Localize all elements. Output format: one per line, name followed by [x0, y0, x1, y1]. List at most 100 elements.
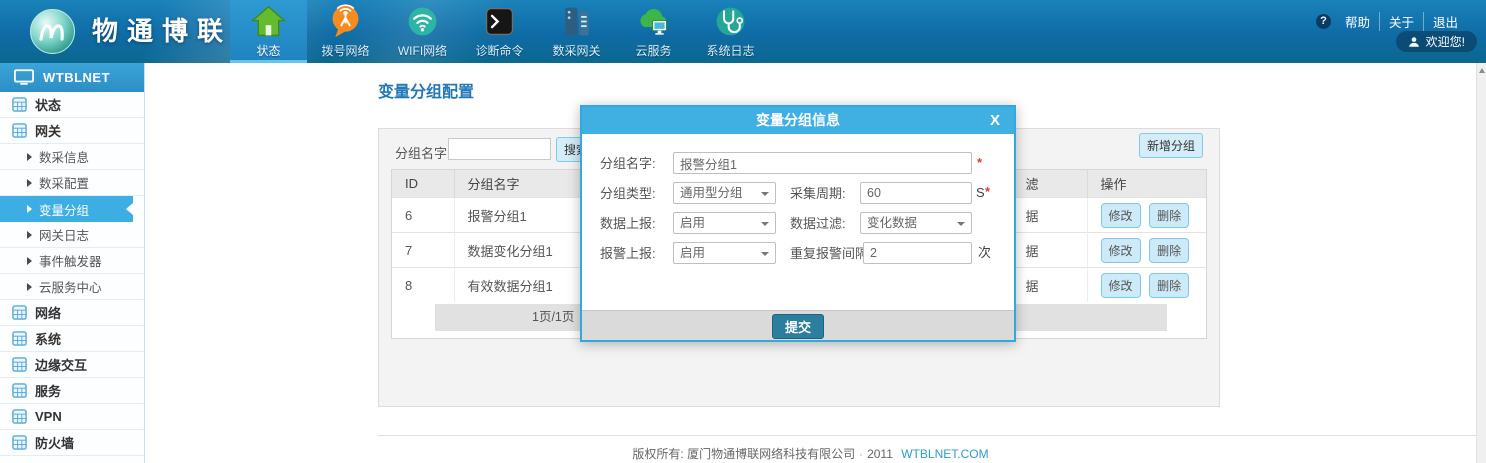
- alarm-report-label: 报警上报:: [600, 242, 656, 266]
- sidebar-item-label: VPN: [35, 409, 62, 424]
- application-window: 物通博联 状态 拨号网络: [0, 0, 1486, 463]
- search-label: 分组名字:: [395, 143, 451, 162]
- grid-icon: [12, 435, 27, 450]
- cell-id: 7: [392, 233, 454, 268]
- sidebar-item-label: 数采信息: [39, 147, 89, 166]
- data-filter-label: 数据过滤:: [790, 212, 846, 236]
- caret-right-icon: [27, 153, 32, 161]
- alarm-report-select[interactable]: 启用: [673, 242, 776, 264]
- cloud-icon: [635, 3, 672, 40]
- sidebar-subitem-event-trigger[interactable]: 事件触发器: [0, 248, 144, 274]
- welcome-user-button[interactable]: 欢迎您!: [1396, 31, 1477, 52]
- column-header-actions: 操作: [1087, 170, 1206, 198]
- group-name-input[interactable]: [673, 152, 972, 174]
- sidebar-subitem-gateway-log[interactable]: 网关日志: [0, 222, 144, 248]
- nav-item-status[interactable]: 状态: [230, 0, 307, 63]
- cell-id: 6: [392, 198, 454, 233]
- help-link[interactable]: 帮助: [1336, 12, 1379, 31]
- dialog-header: 变量分组信息 X: [582, 107, 1014, 134]
- grid-icon: [12, 383, 27, 398]
- interval-unit-suffix: 次: [978, 241, 991, 265]
- sidebar-item-label: 网络: [35, 303, 61, 322]
- variable-group-dialog: 变量分组信息 X 分组名字: * 分组类型: 通用型分组 采集周期: S * 数…: [580, 105, 1016, 342]
- nav-item-wifi-network[interactable]: WIFI网络: [384, 0, 461, 63]
- delete-button[interactable]: 删除: [1149, 273, 1189, 298]
- column-header-id: ID: [392, 170, 454, 198]
- sidebar-subitem-cloud-center[interactable]: 云服务中心: [0, 274, 144, 300]
- footer-divider: [378, 435, 1476, 436]
- nav-item-label: 诊断命令: [475, 42, 523, 59]
- top-nav: 状态 拨号网络 WI: [230, 0, 769, 63]
- nav-item-diagnostic-command[interactable]: 诊断命令: [461, 0, 538, 63]
- sidebar-subitem-data-info[interactable]: 数采信息: [0, 144, 144, 170]
- vertical-scrollbar[interactable]: [1476, 63, 1486, 463]
- cell-id: 8: [392, 268, 454, 303]
- about-link[interactable]: 关于: [1379, 12, 1423, 31]
- cell-actions: 修改 删除: [1087, 198, 1206, 233]
- sidebar-item-label: 网关日志: [39, 225, 89, 244]
- data-filter-select[interactable]: 变化数据: [860, 212, 972, 234]
- data-report-label: 数据上报:: [600, 212, 656, 236]
- server-icon: [558, 3, 595, 40]
- nav-item-system-log[interactable]: 系统日志: [692, 0, 769, 63]
- user-icon: [1408, 36, 1420, 48]
- nav-item-label: 状态: [256, 42, 280, 59]
- sidebar-item-system[interactable]: 系统: [0, 326, 144, 352]
- delete-button[interactable]: 删除: [1149, 238, 1189, 263]
- dialog-body: 分组名字: * 分组类型: 通用型分组 采集周期: S * 数据上报: 启用 数…: [582, 134, 1014, 310]
- grid-icon: [12, 409, 27, 424]
- grid-icon: [12, 331, 27, 346]
- period-unit-suffix: S: [976, 181, 985, 205]
- scroll-up-icon[interactable]: [1479, 68, 1485, 73]
- top-links: ? 帮助 关于 退出: [1316, 12, 1467, 31]
- sidebar-subitem-variable-group[interactable]: 变量分组: [0, 196, 133, 222]
- close-icon[interactable]: X: [990, 107, 1000, 134]
- collect-period-label: 采集周期:: [790, 182, 846, 206]
- home-icon: [250, 3, 287, 40]
- sidebar-item-edge-interaction[interactable]: 边缘交互: [0, 352, 144, 378]
- required-asterisk: *: [985, 180, 990, 204]
- nav-item-dialup-network[interactable]: 拨号网络: [307, 0, 384, 63]
- sidebar-subitem-data-config[interactable]: 数采配置: [0, 170, 144, 196]
- sidebar-item-label: 服务: [35, 381, 61, 400]
- group-type-select[interactable]: 通用型分组: [673, 182, 776, 204]
- group-name-search-input[interactable]: [448, 138, 551, 160]
- sidebar-item-status[interactable]: 状态: [0, 92, 144, 118]
- sidebar-item-service[interactable]: 服务: [0, 378, 144, 404]
- nav-item-label: 数采网关: [552, 42, 600, 59]
- nav-item-cloud-service[interactable]: 云服务: [615, 0, 692, 63]
- submit-button[interactable]: 提交: [772, 314, 824, 339]
- grid-icon: [12, 97, 27, 112]
- sidebar-item-label: 状态: [35, 95, 61, 114]
- sidebar: WTBLNET 状态 网关 数采信息 数采配置 变量分组 网关日志 事件触发: [0, 63, 145, 463]
- data-report-select[interactable]: 启用: [673, 212, 776, 234]
- cell-filter-fragment: 据: [1012, 233, 1087, 268]
- add-group-button[interactable]: 新增分组: [1139, 133, 1203, 158]
- cell-filter-fragment: 据: [1012, 268, 1087, 303]
- sidebar-header: WTBLNET: [0, 63, 144, 92]
- cell-actions: 修改 删除: [1087, 268, 1206, 303]
- brand-logo-icon: [29, 8, 76, 55]
- required-asterisk: *: [977, 151, 982, 175]
- modify-button[interactable]: 修改: [1101, 238, 1141, 263]
- modify-button[interactable]: 修改: [1101, 273, 1141, 298]
- dialog-footer: 提交: [582, 310, 1014, 340]
- delete-button[interactable]: 删除: [1149, 203, 1189, 228]
- group-name-label: 分组名字:: [600, 152, 656, 176]
- logout-link[interactable]: 退出: [1423, 12, 1467, 31]
- sidebar-item-firewall[interactable]: 防火墙: [0, 430, 144, 456]
- nav-item-data-gateway[interactable]: 数采网关: [538, 0, 615, 63]
- collect-period-input[interactable]: [860, 182, 972, 204]
- footer-link[interactable]: WTBLNET.COM: [901, 447, 988, 461]
- alarm-interval-input[interactable]: [863, 242, 972, 264]
- sidebar-item-gateway[interactable]: 网关: [0, 118, 144, 144]
- modify-button[interactable]: 修改: [1101, 203, 1141, 228]
- sidebar-item-label: 系统: [35, 329, 61, 348]
- help-icon: ?: [1316, 14, 1331, 29]
- monitor-icon: [14, 69, 34, 86]
- sidebar-item-vpn[interactable]: VPN: [0, 404, 144, 430]
- sidebar-item-network[interactable]: 网络: [0, 300, 144, 326]
- welcome-text: 欢迎您!: [1426, 33, 1465, 50]
- brand-logo-text: 物通博联: [92, 0, 232, 63]
- page-title: 变量分组配置: [378, 78, 474, 102]
